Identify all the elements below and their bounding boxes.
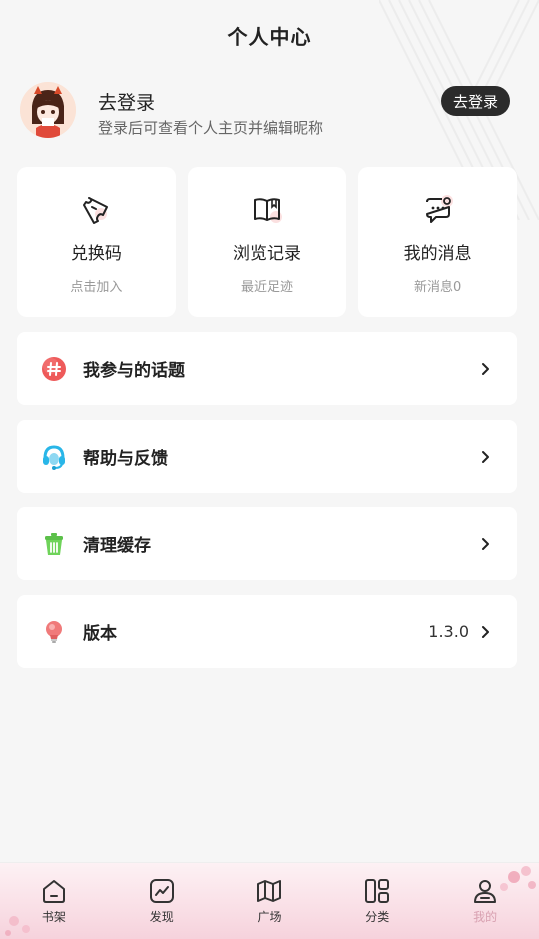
card-redeem-code[interactable]: 兑换码 点击加入 — [17, 167, 176, 317]
chevron-right-icon — [482, 625, 489, 638]
menu-item-help-feedback[interactable]: 帮助与反馈 — [17, 420, 517, 493]
hashtag-icon — [41, 356, 67, 382]
page-header: 个人中心 — [0, 0, 539, 70]
login-button[interactable]: 去登录 — [440, 86, 510, 116]
tab-plaza[interactable]: 广场 — [216, 863, 324, 939]
lightbulb-icon — [41, 619, 67, 645]
tab-mine[interactable]: 我的 — [431, 863, 539, 939]
menu-label: 我参与的话题 — [83, 361, 185, 381]
card-title: 浏览记录 — [233, 244, 301, 264]
avatar[interactable] — [20, 82, 76, 138]
chevron-right-icon — [482, 537, 489, 550]
menu-label: 帮助与反馈 — [83, 449, 168, 469]
version-value: 1.3.0 — [428, 622, 469, 641]
quick-cards: 兑换码 点击加入 浏览记录 最近足迹 我的消息 新消息0 — [17, 167, 518, 317]
tab-discover[interactable]: 发现 — [108, 863, 216, 939]
menu-label: 清理缓存 — [83, 536, 151, 556]
menu-item-clear-cache[interactable]: 清理缓存 — [17, 507, 517, 580]
trash-icon — [41, 531, 67, 557]
tab-label: 我的 — [473, 910, 498, 924]
bottom-tab-bar: 书架 发现 广场 分类 我的 — [0, 862, 539, 939]
ticket-icon — [80, 193, 112, 225]
card-title: 我的消息 — [403, 244, 472, 264]
tab-label: 广场 — [257, 910, 282, 924]
trend-icon — [149, 879, 174, 903]
card-messages[interactable]: 我的消息 新消息0 — [358, 167, 518, 317]
profile-section[interactable]: 去登录 登录后可查看个人主页并编辑昵称 去登录 — [20, 82, 520, 142]
card-title: 兑换码 — [70, 244, 122, 264]
tab-category[interactable]: 分类 — [323, 863, 431, 939]
tab-label: 分类 — [365, 910, 390, 924]
menu-item-version[interactable]: 版本 1.3.0 — [17, 595, 517, 668]
menu-item-topics[interactable]: 我参与的话题 — [17, 332, 517, 405]
headset-icon — [41, 444, 67, 470]
map-icon — [257, 880, 282, 902]
page-title: 个人中心 — [227, 24, 312, 49]
category-icon — [365, 879, 390, 903]
tab-label: 书架 — [41, 910, 66, 924]
tab-bookshelf[interactable]: 书架 — [0, 863, 108, 939]
card-subtitle: 最近足迹 — [241, 280, 294, 295]
chevron-right-icon — [482, 362, 489, 375]
profile-subtitle: 登录后可查看个人主页并编辑昵称 — [98, 119, 324, 137]
message-icon — [422, 193, 454, 225]
menu-label: 版本 — [83, 624, 117, 644]
chevron-right-icon — [482, 450, 489, 463]
card-subtitle: 点击加入 — [70, 280, 123, 295]
card-history[interactable]: 浏览记录 最近足迹 — [187, 167, 347, 317]
profile-name[interactable]: 去登录 — [98, 88, 155, 115]
home-icon — [42, 880, 65, 903]
card-subtitle: 新消息0 — [414, 280, 462, 295]
tab-label: 发现 — [149, 910, 174, 924]
user-icon — [474, 880, 497, 903]
book-icon — [251, 193, 283, 225]
